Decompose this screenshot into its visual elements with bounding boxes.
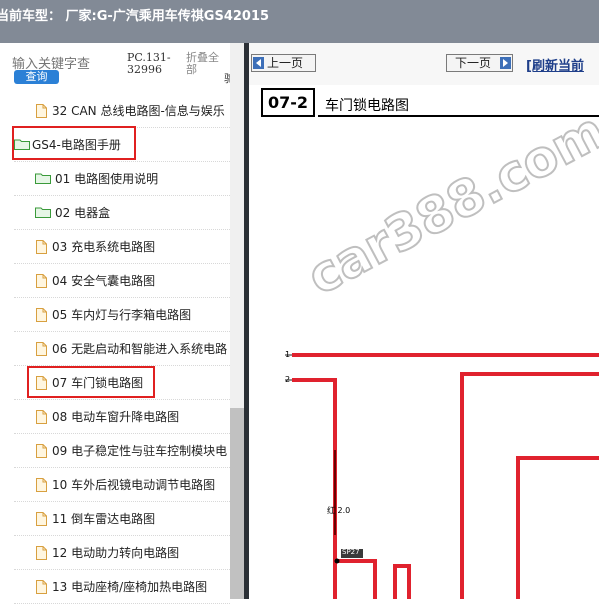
tree-item-02-fusebox[interactable]: 02 电器盒 xyxy=(14,196,230,230)
file-icon xyxy=(36,512,47,526)
tree-item-label: GS4-电路图手册 xyxy=(32,138,121,152)
tree-item-label: 02 电器盒 xyxy=(55,206,111,220)
section-number: 07-2 xyxy=(261,88,315,117)
file-icon xyxy=(36,240,47,254)
tree-item-03-charging[interactable]: 03 充电系统电路图 xyxy=(14,230,230,264)
tree-item-10-mirror[interactable]: 10 车外后视镜电动调节电路图 xyxy=(14,468,230,502)
wire-3 xyxy=(460,372,599,599)
prev-page-button[interactable]: 上一页 xyxy=(251,54,316,72)
tree-item-label: 08 电动车窗升降电路图 xyxy=(52,410,180,424)
sidebar-scroll-thumb[interactable] xyxy=(230,408,244,599)
window-title: 当前车型： 厂家:G-广汽乘用车传祺GS42015 xyxy=(0,9,270,24)
tree-item-label: 11 倒车雷达电路图 xyxy=(52,512,156,526)
tree-item-label: 04 安全气囊电路图 xyxy=(52,274,156,288)
refresh-current-link[interactable]: [刷新当前 xyxy=(526,55,584,74)
collapse-all-link[interactable]: 折叠全部 xyxy=(186,52,226,76)
tree-item-label: 32 CAN 总线电路图-信息与娱乐 xyxy=(52,104,225,118)
wire-6 xyxy=(516,456,599,599)
file-icon xyxy=(36,376,47,390)
folder-icon xyxy=(14,139,30,150)
tree-item-07-door-lock[interactable]: 07 车门锁电路图 xyxy=(14,366,230,400)
wire-4 xyxy=(337,559,377,599)
tree-item-label: 10 车外后视镜电动调节电路图 xyxy=(52,478,216,492)
tree-item-label: 06 无匙启动和智能进入系统电路 xyxy=(52,342,228,356)
wire-2 xyxy=(292,378,337,599)
arrow-right-icon xyxy=(500,57,511,69)
arrow-left-icon xyxy=(253,57,264,69)
file-icon xyxy=(36,104,47,118)
pc-code-text: PC.131-32996 xyxy=(127,51,171,76)
file-icon xyxy=(36,274,47,288)
tree-item-11-parking-radar[interactable]: 11 倒车雷达电路图 xyxy=(14,502,230,536)
tree-item-gs4-manual[interactable]: GS4-电路图手册 xyxy=(14,128,230,162)
tree-item-32-can-bus[interactable]: 32 CAN 总线电路图-信息与娱乐 xyxy=(14,94,230,128)
splice-dot xyxy=(334,558,340,564)
circuit-diagram xyxy=(285,353,599,599)
title-bar: 当前车型： 厂家:G-广汽乘用车传祺GS42015 xyxy=(0,0,599,43)
tree-item-label: 01 电路图使用说明 xyxy=(55,172,159,186)
pin-label-1: 1 xyxy=(285,350,291,359)
file-icon xyxy=(36,410,47,424)
folder-icon xyxy=(35,173,51,184)
next-page-label: 下一页 xyxy=(455,56,492,70)
tree-item-08-power-windows[interactable]: 08 电动车窗升降电路图 xyxy=(14,400,230,434)
folder-icon xyxy=(35,207,51,218)
file-icon xyxy=(36,546,47,560)
file-icon xyxy=(36,580,47,594)
tree-item-01-usage[interactable]: 01 电路图使用说明 xyxy=(14,162,230,196)
tree-item-04-airbag[interactable]: 04 安全气囊电路图 xyxy=(14,264,230,298)
tree-item-label: 12 电动助力转向电路图 xyxy=(52,546,180,560)
tree-item-label: 05 车内灯与行李箱电路图 xyxy=(52,308,192,322)
tree-item-label: 09 电子稳定性与驻车控制模块电 xyxy=(52,444,228,458)
prev-page-label: 上一页 xyxy=(267,56,304,70)
tree-item-12-power-steering[interactable]: 12 电动助力转向电路图 xyxy=(14,536,230,570)
tree-item-05-interior-lamps[interactable]: 05 车内灯与行李箱电路图 xyxy=(14,298,230,332)
tree-item-label: 07 车门锁电路图 xyxy=(52,376,144,390)
document-title: 车门锁电路图 xyxy=(325,98,409,114)
splice-label: SP27 xyxy=(342,548,360,556)
tree-item-06-keyless-entry[interactable]: 06 无匙启动和智能进入系统电路 xyxy=(14,332,230,366)
next-page-button[interactable]: 下一页 xyxy=(446,54,513,72)
tree-item-09-esp[interactable]: 09 电子稳定性与驻车控制模块电 xyxy=(14,434,230,468)
file-icon xyxy=(36,342,47,356)
search-button[interactable]: 查询 xyxy=(14,70,59,84)
file-icon xyxy=(36,478,47,492)
pin-label-2: 2 xyxy=(285,375,291,384)
file-icon xyxy=(36,308,47,322)
wire-color-label: 红 2.0 xyxy=(327,506,351,515)
wire-5 xyxy=(393,564,411,599)
tree-item-label: 03 充电系统电路图 xyxy=(52,240,156,254)
file-icon xyxy=(36,444,47,458)
tree-item-label: 13 电动座椅/座椅加热电路图 xyxy=(52,580,208,594)
